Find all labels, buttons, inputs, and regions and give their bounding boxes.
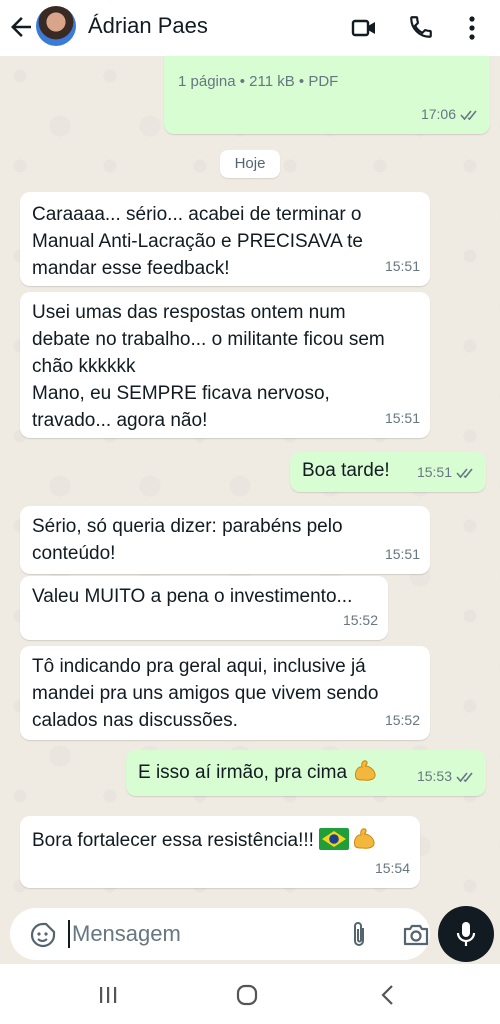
recents-icon[interactable] — [98, 986, 118, 1004]
message-bubble[interactable]: Sério, só queria dizer: parabéns pelo co… — [20, 506, 430, 574]
message-text: Sério, só queria dizer: parabéns pelo co… — [32, 516, 343, 564]
flexed-biceps-emoji-icon — [354, 828, 375, 849]
message-bubble[interactable]: Boa tarde! 15:51 — [290, 452, 486, 492]
more-vert-icon[interactable] — [462, 14, 482, 42]
paperclip-icon[interactable] — [348, 920, 370, 950]
message-text: Tô indicando pra geral aqui, inclusive j… — [32, 656, 379, 731]
message-time: 15:51 — [384, 410, 420, 426]
pdf-meta: 1 página • 211 kB • PDF — [178, 73, 339, 90]
compose-bar — [0, 906, 500, 964]
message-bubble[interactable]: E isso aí irmão, pra cima 15:53 — [126, 750, 486, 796]
message-text: Usei umas das respostas ontem num debate… — [32, 302, 385, 431]
message-time: 15:51 — [384, 546, 420, 562]
message-composer[interactable] — [10, 908, 430, 960]
contact-name[interactable]: Ádrian Paes — [88, 13, 208, 39]
message-input[interactable] — [72, 918, 332, 950]
phone-icon[interactable] — [408, 14, 434, 40]
message-text: Valeu MUITO a pena o investimento... — [32, 586, 353, 607]
back-arrow-icon[interactable] — [6, 12, 36, 42]
home-icon[interactable] — [236, 984, 258, 1006]
message-time: 15:54 — [374, 860, 410, 876]
double-check-icon — [456, 771, 473, 782]
flexed-biceps-emoji-icon — [355, 760, 376, 781]
chat-area[interactable]: 1 página • 211 kB • PDF 17:06 Hoje Caraa… — [0, 56, 500, 906]
message-text: Caraaaa... sério... acabei de terminar o… — [32, 204, 363, 279]
date-divider: Hoje — [220, 150, 280, 178]
mic-button[interactable] — [438, 906, 494, 962]
message-time: 15:53 — [417, 763, 476, 790]
message-bubble[interactable]: Tô indicando pra geral aqui, inclusive j… — [20, 646, 430, 740]
double-check-icon — [456, 467, 473, 478]
message-time: 15:51 — [384, 258, 420, 274]
message-text: Bora fortalecer essa resistência!!! — [32, 826, 408, 854]
message-bubble[interactable]: Bora fortalecer essa resistência!!! 15:5… — [20, 816, 420, 888]
nav-back-icon[interactable] — [380, 984, 394, 1006]
message-time: 15:52 — [384, 712, 420, 728]
double-check-icon — [460, 109, 477, 120]
brazil-flag-emoji-icon — [319, 828, 350, 850]
chat-header: Ádrian Paes — [0, 0, 500, 56]
message-bubble[interactable]: Usei umas das respostas ontem num debate… — [20, 292, 430, 438]
microphone-icon — [456, 922, 476, 946]
message-bubble[interactable]: Caraaaa... sério... acabei de terminar o… — [20, 192, 430, 286]
camera-icon[interactable] — [402, 922, 430, 948]
system-nav-bar — [0, 964, 500, 1024]
pdf-message[interactable]: 1 página • 211 kB • PDF 17:06 — [164, 56, 490, 134]
avatar[interactable] — [36, 6, 76, 46]
message-time: 15:51 — [417, 459, 476, 486]
sticker-emoji-icon[interactable] — [30, 922, 56, 948]
message-bubble[interactable]: Valeu MUITO a pena o investimento... 15:… — [20, 576, 388, 640]
video-call-icon[interactable] — [350, 14, 378, 42]
message-time: 15:52 — [342, 612, 378, 628]
text-cursor — [68, 920, 70, 948]
message-time: 17:06 — [421, 101, 480, 128]
